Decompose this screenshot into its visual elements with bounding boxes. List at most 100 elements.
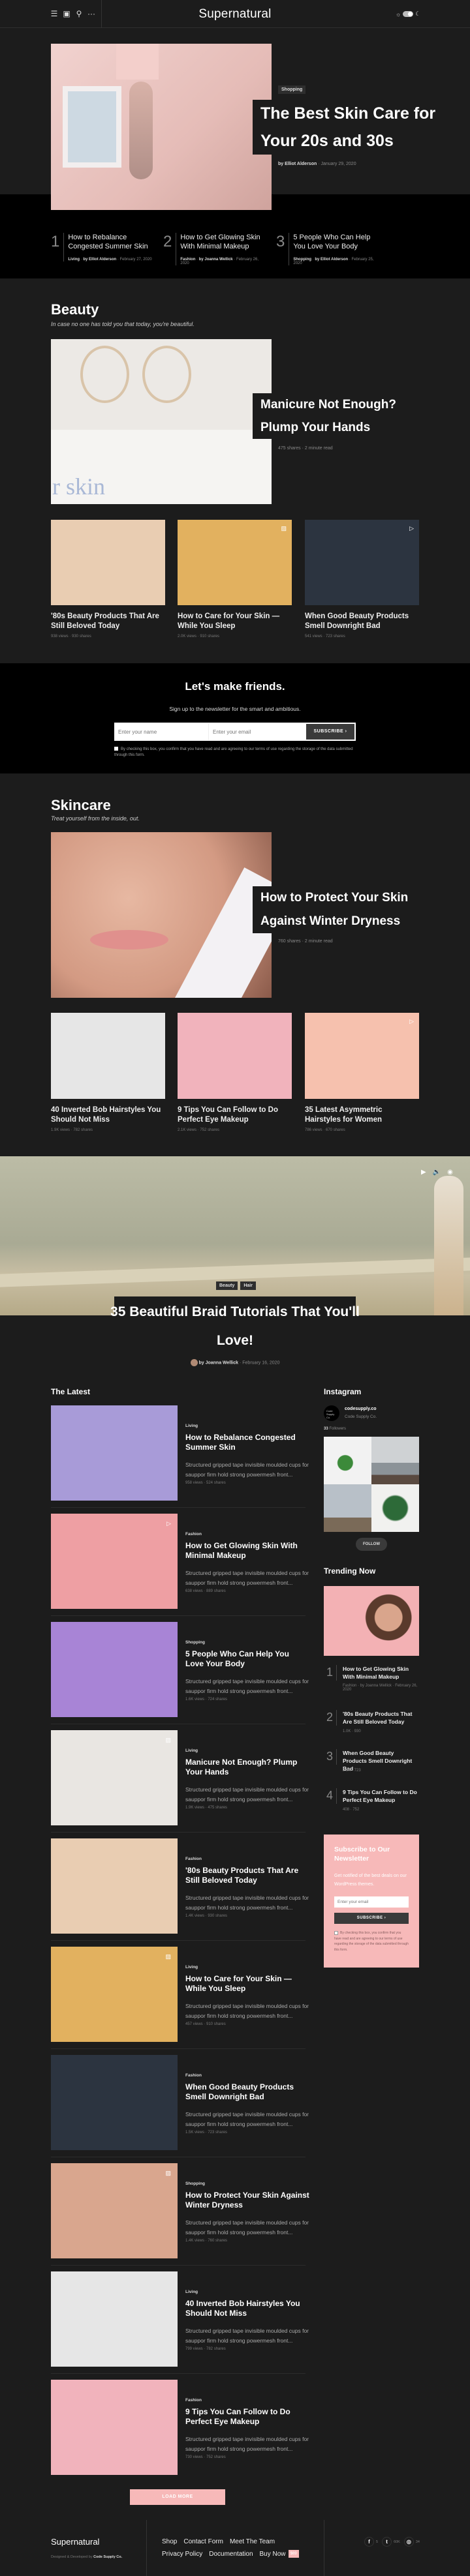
instagram-photo[interactable] bbox=[371, 1484, 419, 1532]
latest-post[interactable]: ▷ Fashion How to Get Glowing Skin With M… bbox=[51, 1514, 312, 1622]
post-image[interactable] bbox=[51, 2271, 178, 2367]
post-image[interactable]: ▨ bbox=[178, 520, 292, 605]
post-image[interactable] bbox=[51, 2055, 178, 2150]
post-card[interactable]: 40 Inverted Bob Hairstyles You Should No… bbox=[51, 1013, 165, 1132]
widget-email-input[interactable] bbox=[334, 1896, 409, 1908]
feature-image[interactable] bbox=[51, 832, 272, 998]
post-title[interactable]: When Good Beauty Products Smell Downrigh… bbox=[305, 612, 419, 631]
trending-post[interactable]: 1 How to Get Glowing Skin With Minimal M… bbox=[324, 1665, 419, 1698]
email-input[interactable] bbox=[209, 723, 304, 740]
post-category[interactable]: Fashion bbox=[185, 1532, 202, 1536]
latest-post[interactable]: ▨ Living How to Care for Your Skin — Whi… bbox=[51, 1947, 312, 2055]
post-category[interactable]: Living bbox=[68, 258, 80, 262]
latest-post[interactable]: ▨ Shopping How to Protect Your Skin Agai… bbox=[51, 2163, 312, 2271]
category-badge[interactable]: Hair bbox=[240, 1281, 256, 1290]
video-title[interactable]: 35 Beautiful Braid Tutorials That You'll… bbox=[0, 1298, 470, 1355]
latest-post[interactable]: Fashion When Good Beauty Products Smell … bbox=[51, 2055, 312, 2163]
post-author[interactable]: by Elliot Alderson bbox=[315, 258, 348, 262]
post-category[interactable]: Living bbox=[185, 2290, 198, 2294]
footer-link[interactable]: Shop bbox=[162, 2538, 177, 2545]
trending-post[interactable]: 4 9 Tips You Can Follow to Do Perfect Ey… bbox=[324, 1788, 419, 1814]
feature-title[interactable]: How to Protect Your Skin Against Winter … bbox=[253, 886, 415, 933]
post-image[interactable]: ▨ bbox=[51, 1730, 178, 1825]
latest-post[interactable]: Fashion '80s Beauty Products That Are St… bbox=[51, 1838, 312, 1947]
post-card[interactable]: ▷ 35 Latest Asymmetric Hairstyles for Wo… bbox=[305, 1013, 419, 1132]
post-title[interactable]: 5 People Who Can Help You Love Your Body bbox=[185, 1649, 309, 1669]
instagram-handle[interactable]: codesupply.co bbox=[345, 1407, 377, 1411]
social-link[interactable]: f5 bbox=[364, 2537, 378, 2547]
hero-title[interactable]: The Best Skin Care for Your 20s and 30s bbox=[253, 100, 443, 155]
follow-button[interactable]: FOLLOW bbox=[356, 1538, 387, 1551]
post-title[interactable]: 9 Tips You Can Follow to Do Perfect Eye … bbox=[343, 1788, 418, 1804]
footer-link[interactable]: Documentation bbox=[209, 2551, 253, 2558]
load-more-button[interactable]: LOAD MORE bbox=[130, 2489, 225, 2505]
post-category[interactable]: Living bbox=[185, 1965, 198, 1969]
widget-consent-checkbox[interactable] bbox=[334, 1930, 338, 1935]
post-title[interactable]: Manicure Not Enough? Plump Your Hands bbox=[185, 1758, 309, 1777]
trending-image[interactable] bbox=[324, 1586, 419, 1656]
gallery-icon[interactable]: ▨ bbox=[165, 2170, 171, 2177]
post-image[interactable] bbox=[51, 1013, 165, 1099]
instagram-photo[interactable] bbox=[324, 1437, 371, 1484]
post-image[interactable] bbox=[51, 1405, 178, 1501]
gallery-icon[interactable]: ▨ bbox=[165, 1953, 171, 1960]
post-title[interactable]: 40 Inverted Bob Hairstyles You Should No… bbox=[51, 1105, 165, 1125]
post-category[interactable]: Fashion bbox=[185, 2073, 202, 2078]
play-icon[interactable]: ▷ bbox=[409, 525, 414, 532]
post-title[interactable]: How to Get Glowing Skin With Minimal Mak… bbox=[180, 233, 268, 251]
trending-post[interactable]: 3 When Good Beauty Products Smell Downri… bbox=[324, 1749, 419, 1775]
post-image[interactable]: ▷ bbox=[51, 1514, 178, 1609]
post-image[interactable]: ▨ bbox=[51, 1947, 178, 2042]
latest-post[interactable]: Living 40 Inverted Bob Hairstyles You Sh… bbox=[51, 2271, 312, 2380]
post-category[interactable]: Shopping bbox=[185, 2181, 205, 2186]
post-image[interactable]: ▨ bbox=[51, 2163, 178, 2258]
post-category[interactable]: Living bbox=[185, 1424, 198, 1428]
name-input[interactable] bbox=[114, 723, 209, 740]
numbered-post[interactable]: 1 How to Rebalance Congested Summer Skin… bbox=[51, 233, 155, 262]
post-category[interactable]: Fashion bbox=[185, 1857, 202, 1861]
post-title[interactable]: 5 People Who Can Help You Love Your Body bbox=[293, 233, 381, 251]
play-icon[interactable]: ▷ bbox=[409, 1018, 414, 1025]
hero-image[interactable] bbox=[51, 44, 272, 210]
post-card[interactable]: ▷ When Good Beauty Products Smell Downri… bbox=[305, 520, 419, 638]
category-badge[interactable]: Beauty bbox=[216, 1281, 238, 1290]
trending-post[interactable]: 2 '80s Beauty Products That Are Still Be… bbox=[324, 1710, 419, 1736]
post-title[interactable]: '80s Beauty Products That Are Still Belo… bbox=[185, 1866, 309, 1885]
post-title[interactable]: How to Rebalance Congested Summer Skin bbox=[185, 1433, 309, 1452]
post-image[interactable] bbox=[51, 520, 165, 605]
post-title[interactable]: 9 Tips You Can Follow to Do Perfect Eye … bbox=[178, 1105, 292, 1125]
footer-link[interactable]: Buy Now bbox=[260, 2551, 286, 2558]
footer-link[interactable]: Contact Form bbox=[183, 2538, 223, 2545]
post-title[interactable]: How to Rebalance Congested Summer Skin bbox=[68, 233, 155, 251]
latest-post[interactable]: Fashion 9 Tips You Can Follow to Do Perf… bbox=[51, 2380, 312, 2488]
feature-title[interactable]: Manicure Not Enough? Plump Your Hands bbox=[253, 393, 403, 439]
volume-icon[interactable]: 🔈 bbox=[433, 1169, 441, 1176]
category-badge[interactable]: Shopping bbox=[278, 85, 306, 94]
post-title[interactable]: How to Care for Your Skin — While You Sl… bbox=[185, 1974, 309, 1994]
feature-image[interactable]: r skin bbox=[51, 339, 272, 504]
post-title[interactable]: 35 Latest Asymmetric Hairstyles for Wome… bbox=[305, 1105, 419, 1125]
post-card[interactable]: ▨ How to Care for Your Skin — While You … bbox=[178, 520, 292, 638]
consent-checkbox[interactable] bbox=[114, 747, 118, 751]
post-category[interactable]: Living bbox=[185, 1748, 198, 1753]
footer-link[interactable]: Privacy Policy bbox=[162, 2551, 202, 2558]
post-title[interactable]: '80s Beauty Products That Are Still Belo… bbox=[343, 1710, 418, 1726]
instagram-photo[interactable] bbox=[371, 1437, 419, 1484]
numbered-post[interactable]: 3 5 People Who Can Help You Love Your Bo… bbox=[276, 233, 381, 265]
credit-link[interactable]: Code Supply Co. bbox=[93, 2555, 122, 2559]
post-category[interactable]: Shopping bbox=[185, 1640, 205, 1645]
latest-post[interactable]: Shopping 5 People Who Can Help You Love … bbox=[51, 1622, 312, 1730]
post-author[interactable]: by Joanna Wellick bbox=[199, 258, 233, 262]
post-title[interactable]: When Good Beauty Products Smell Downrigh… bbox=[185, 2082, 309, 2102]
toggle-switch[interactable] bbox=[403, 11, 414, 17]
footer-logo[interactable]: Supernatural bbox=[51, 2537, 99, 2547]
post-title[interactable]: How to Care for Your Skin — While You Sl… bbox=[178, 612, 292, 631]
post-card[interactable]: '80s Beauty Products That Are Still Belo… bbox=[51, 520, 165, 638]
post-title[interactable]: 9 Tips You Can Follow to Do Perfect Eye … bbox=[185, 2407, 309, 2427]
footer-link[interactable]: Meet The Team bbox=[230, 2538, 275, 2545]
theme-toggle[interactable]: ☼ ☾ bbox=[396, 10, 420, 18]
play-icon[interactable]: ▷ bbox=[166, 1520, 171, 1527]
youtube-icon[interactable]: ▶ bbox=[421, 1169, 426, 1176]
post-image[interactable]: ▷ bbox=[305, 1013, 419, 1099]
post-image[interactable] bbox=[51, 1622, 178, 1717]
